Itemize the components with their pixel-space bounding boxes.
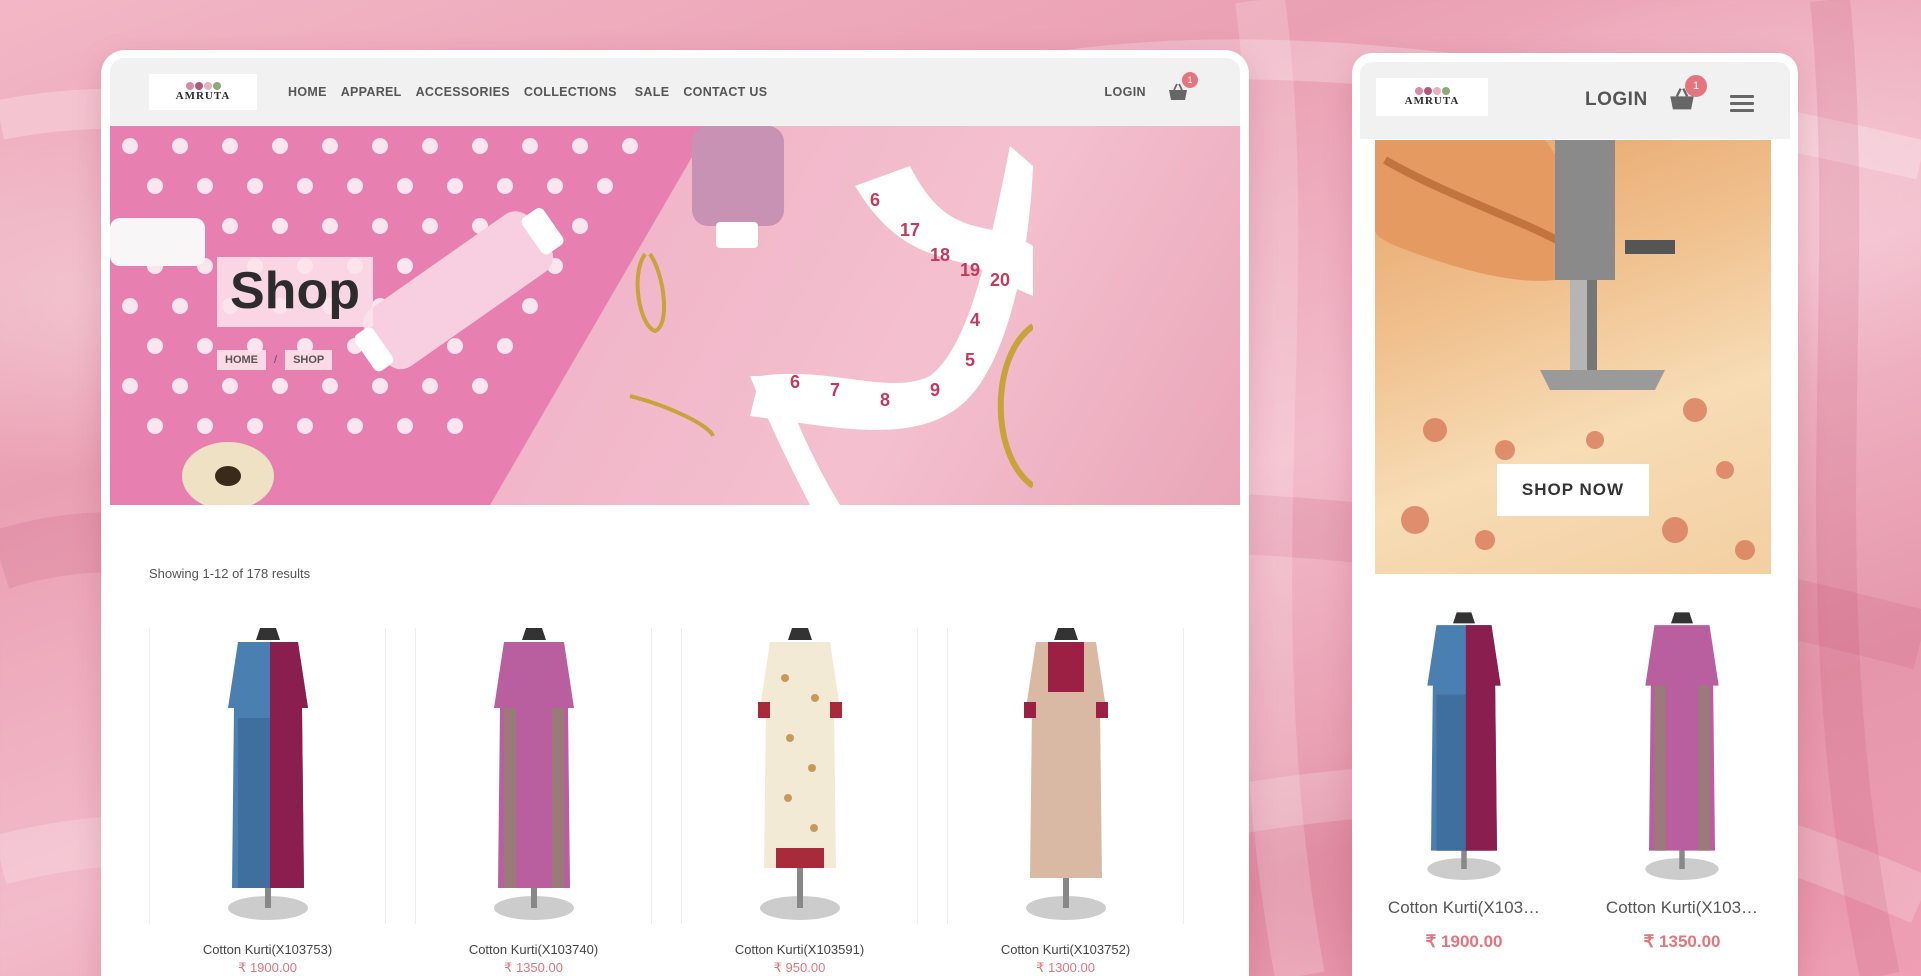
mobile-hero-banner: SHOP NOW	[1375, 140, 1771, 574]
nav-collections[interactable]: COLLECTIONS	[524, 85, 617, 99]
product-price: ₹ 1300.00	[1036, 960, 1095, 975]
product-card[interactable]: Cotton Kurti(X103… ₹ 1350.00	[1593, 612, 1771, 952]
product-image	[415, 628, 652, 924]
product-card[interactable]: Cotton Kurti(X103… ₹ 1900.00	[1375, 612, 1553, 952]
logo-text: AMRUTA	[175, 90, 231, 102]
logo-flowers-icon	[185, 82, 221, 90]
product-name[interactable]: Cotton Kurti(X103740)	[415, 942, 652, 957]
mobile-viewport: AMRUTA LOGIN 1 SHOP NOW Cotton Kurti(X10…	[1360, 62, 1790, 976]
nav-accessories[interactable]: ACCESSORIES	[416, 85, 510, 99]
cart-button[interactable]: 1	[1168, 72, 1198, 101]
svg-text:6: 6	[790, 372, 800, 392]
breadcrumb: HOME / SHOP	[217, 350, 333, 370]
nav-contact-us[interactable]: CONTACT US	[683, 85, 767, 99]
hamburger-menu-icon[interactable]	[1730, 95, 1754, 113]
svg-text:4: 4	[970, 310, 980, 330]
svg-text:20: 20	[990, 270, 1010, 290]
breadcrumb-separator: /	[274, 354, 278, 366]
product-name[interactable]: Cotton Kurti(X103752)	[947, 942, 1184, 957]
svg-text:8: 8	[880, 390, 890, 410]
product-name[interactable]: Cotton Kurti(X103591)	[681, 942, 918, 957]
mobile-product-grid: Cotton Kurti(X103… ₹ 1900.00 Cotton Kurt…	[1375, 612, 1790, 952]
product-price: ₹ 1350.00	[504, 960, 563, 975]
logo-text: AMRUTA	[1404, 95, 1460, 107]
cart-count-badge: 1	[1685, 75, 1707, 97]
logo[interactable]: AMRUTA	[149, 74, 257, 110]
product-price: ₹ 1900.00	[238, 960, 297, 975]
desktop-header: AMRUTA HOME APPAREL ACCESSORIES COLLECTI…	[110, 58, 1240, 126]
svg-text:9: 9	[930, 380, 940, 400]
desktop-mockup: AMRUTA HOME APPAREL ACCESSORIES COLLECTI…	[101, 50, 1249, 976]
cart-count-badge: 1	[1182, 72, 1198, 88]
product-grid: Cotton Kurti(X103753) ₹ 1900.00 Cotton K…	[149, 628, 1213, 976]
logo-flowers-icon	[1414, 87, 1450, 95]
mobile-header: AMRUTA LOGIN 1	[1360, 62, 1790, 139]
product-card[interactable]: Cotton Kurti(X103752) ₹ 1300.00	[947, 628, 1184, 976]
nav-apparel[interactable]: APPAREL	[341, 85, 402, 99]
breadcrumb-home[interactable]: HOME	[217, 350, 266, 370]
product-card[interactable]: Cotton Kurti(X103591) ₹ 950.00	[681, 628, 918, 976]
desktop-viewport: AMRUTA HOME APPAREL ACCESSORIES COLLECTI…	[110, 58, 1240, 976]
shop-hero-banner: 6 17 18 19 20 4 5 9 8 7 6 Shop HOME / SHOP	[110, 126, 1240, 505]
svg-text:6: 6	[870, 190, 880, 210]
svg-text:5: 5	[965, 350, 975, 370]
mobile-login-link[interactable]: LOGIN	[1585, 89, 1648, 111]
mobile-logo[interactable]: AMRUTA	[1376, 78, 1488, 116]
product-name[interactable]: Cotton Kurti(X103753)	[149, 942, 386, 957]
svg-text:19: 19	[960, 260, 980, 280]
product-card[interactable]: Cotton Kurti(X103753) ₹ 1900.00	[149, 628, 386, 976]
svg-text:17: 17	[900, 220, 920, 240]
shop-now-button[interactable]: SHOP NOW	[1497, 464, 1649, 516]
svg-text:18: 18	[930, 245, 950, 265]
nav-sale[interactable]: SALE	[635, 85, 670, 99]
product-price: ₹ 1900.00	[1425, 932, 1503, 951]
breadcrumb-shop: SHOP	[285, 350, 333, 370]
login-link[interactable]: LOGIN	[1104, 85, 1146, 99]
nav-home[interactable]: HOME	[288, 85, 327, 99]
svg-text:7: 7	[830, 380, 840, 400]
product-price: ₹ 950.00	[773, 960, 826, 975]
product-card[interactable]: Cotton Kurti(X103740) ₹ 1350.00	[415, 628, 652, 976]
page-title: Shop	[217, 257, 373, 327]
product-image	[1375, 612, 1553, 884]
mobile-cart-button[interactable]: 1	[1669, 75, 1707, 111]
header-actions: LOGIN 1	[1104, 58, 1198, 126]
product-image	[149, 628, 386, 924]
product-name[interactable]: Cotton Kurti(X103…	[1375, 898, 1553, 918]
product-image	[1593, 612, 1771, 884]
product-price: ₹ 1350.00	[1643, 932, 1721, 951]
main-nav: HOME APPAREL ACCESSORIES COLLECTIONS SAL…	[288, 85, 781, 99]
product-name[interactable]: Cotton Kurti(X103…	[1593, 898, 1771, 918]
product-image	[947, 628, 1184, 924]
results-count: Showing 1-12 of 178 results	[149, 566, 311, 581]
product-image	[681, 628, 918, 924]
mobile-mockup: AMRUTA LOGIN 1 SHOP NOW Cotton Kurti(X10…	[1352, 53, 1798, 976]
